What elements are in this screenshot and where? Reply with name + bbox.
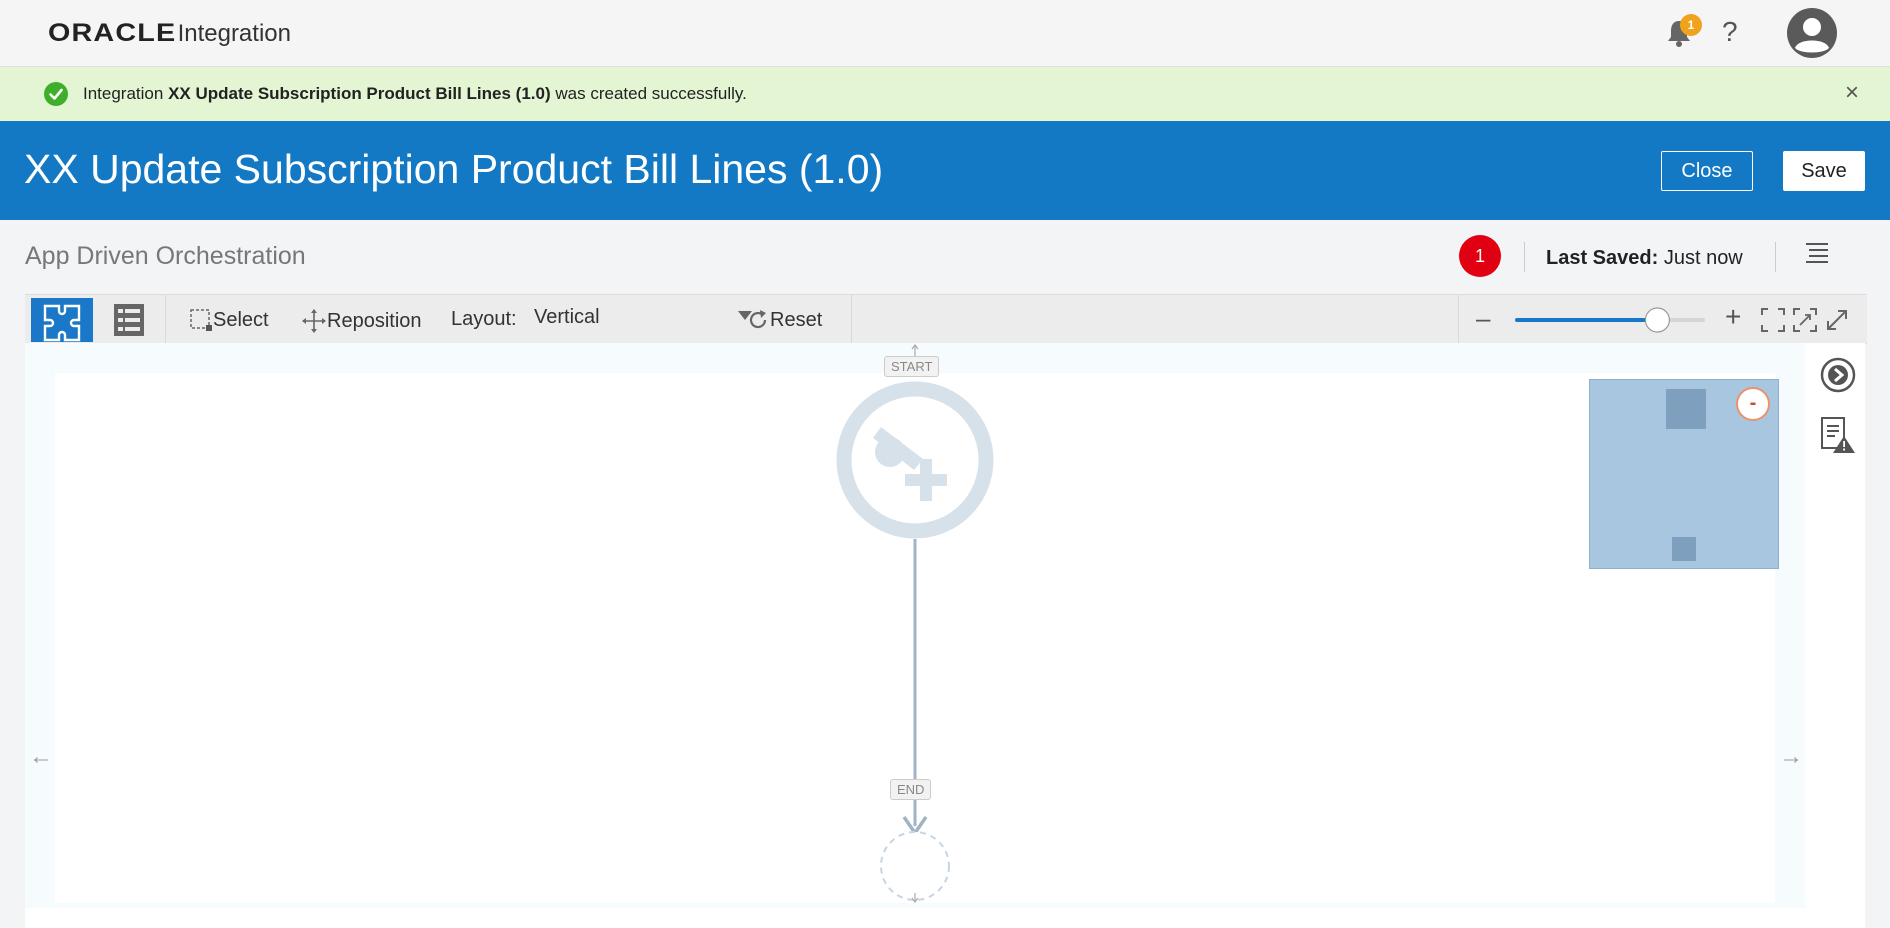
zoom-out-icon[interactable]: –	[1476, 303, 1490, 334]
puzzle-icon	[43, 304, 81, 342]
page-title: XX Update Subscription Product Bill Line…	[24, 146, 884, 192]
expand-icon[interactable]	[1824, 307, 1850, 333]
error-count-badge[interactable]: 1	[1459, 235, 1501, 277]
integration-style-title: App Driven Orchestration	[25, 242, 306, 270]
refresh-icon	[749, 310, 767, 329]
zoom-slider-fill	[1515, 318, 1658, 322]
layout-value: Vertical	[534, 306, 600, 328]
integration-canvas[interactable]: ← → START END -	[25, 343, 1865, 928]
banner-close-icon[interactable]: ×	[1845, 79, 1859, 107]
save-button[interactable]: Save	[1783, 151, 1865, 191]
divider	[1524, 242, 1525, 272]
last-saved-status: Last Saved: Just now	[1546, 247, 1743, 270]
divider	[165, 295, 166, 343]
minimap-trigger-node	[1666, 389, 1706, 429]
success-banner: Integration XX Update Subscription Produ…	[0, 67, 1890, 122]
last-saved-value: Just now	[1663, 247, 1743, 269]
layout-select[interactable]: Vertical	[534, 306, 752, 334]
reset-button[interactable]: Reset	[746, 308, 822, 332]
divider	[1458, 295, 1459, 343]
layout-label: Layout:	[451, 308, 517, 330]
check-circle-icon	[44, 82, 68, 106]
start-label: START	[884, 356, 940, 377]
banner-integration-name: XX Update Subscription Product Bill Line…	[168, 84, 551, 103]
end-node[interactable]	[880, 831, 950, 901]
fit-to-screen-icon[interactable]	[1760, 307, 1786, 333]
actions-palette-icon[interactable]	[1818, 355, 1858, 395]
product-name: Integration	[177, 19, 291, 47]
zoom-in-icon[interactable]: +	[1725, 301, 1741, 333]
subheader: App Driven Orchestration 1 Last Saved: J…	[0, 220, 1890, 294]
reposition-tool[interactable]: Reposition	[301, 308, 422, 334]
end-label: END	[890, 779, 932, 800]
list-view-icon[interactable]	[113, 303, 145, 337]
select-label: Select	[213, 308, 269, 331]
zoom-slider[interactable]	[1515, 307, 1705, 333]
divider	[1775, 242, 1776, 272]
reset-label: Reset	[770, 308, 823, 331]
move-arrows-icon	[302, 309, 326, 333]
divider	[851, 295, 852, 343]
canvas-view-button[interactable]	[31, 298, 93, 342]
top-bar: ORACLE Integration 1 ?	[0, 0, 1890, 67]
minimap-end-node	[1672, 537, 1696, 561]
marquee-select-icon	[190, 309, 212, 331]
canvas-minimap[interactable]: -	[1589, 379, 1779, 569]
banner-prefix: Integration	[83, 84, 164, 103]
reposition-label: Reposition	[327, 309, 422, 332]
banner-message: Integration XX Update Subscription Produ…	[83, 84, 747, 104]
zoom-slider-handle[interactable]	[1644, 307, 1670, 333]
zoom-to-fit-icon[interactable]	[1792, 307, 1818, 333]
brand-name: ORACLE	[48, 19, 177, 47]
help-icon[interactable]: ?	[1722, 16, 1738, 48]
select-tool[interactable]: Select	[189, 308, 269, 332]
banner-suffix: was created successfully.	[555, 84, 747, 103]
user-avatar-icon[interactable]	[1786, 7, 1838, 59]
notification-count-badge[interactable]: 1	[1680, 14, 1702, 36]
integration-header: XX Update Subscription Product Bill Line…	[0, 121, 1890, 220]
flow-diagram	[836, 344, 994, 903]
canvas-area[interactable]: ← → START END -	[25, 343, 1805, 908]
minimap-collapse-button[interactable]: -	[1736, 387, 1770, 421]
trigger-node[interactable]	[836, 381, 994, 539]
errors-warnings-icon[interactable]	[1818, 415, 1858, 455]
oracle-integration-logo: ORACLE Integration	[48, 19, 291, 48]
last-saved-label: Last Saved:	[1546, 247, 1659, 269]
canvas-toolbar: Select Reposition Layout: Vertical Reset…	[25, 294, 1867, 344]
close-button[interactable]: Close	[1661, 151, 1753, 191]
hamburger-menu-icon[interactable]	[1804, 240, 1830, 266]
